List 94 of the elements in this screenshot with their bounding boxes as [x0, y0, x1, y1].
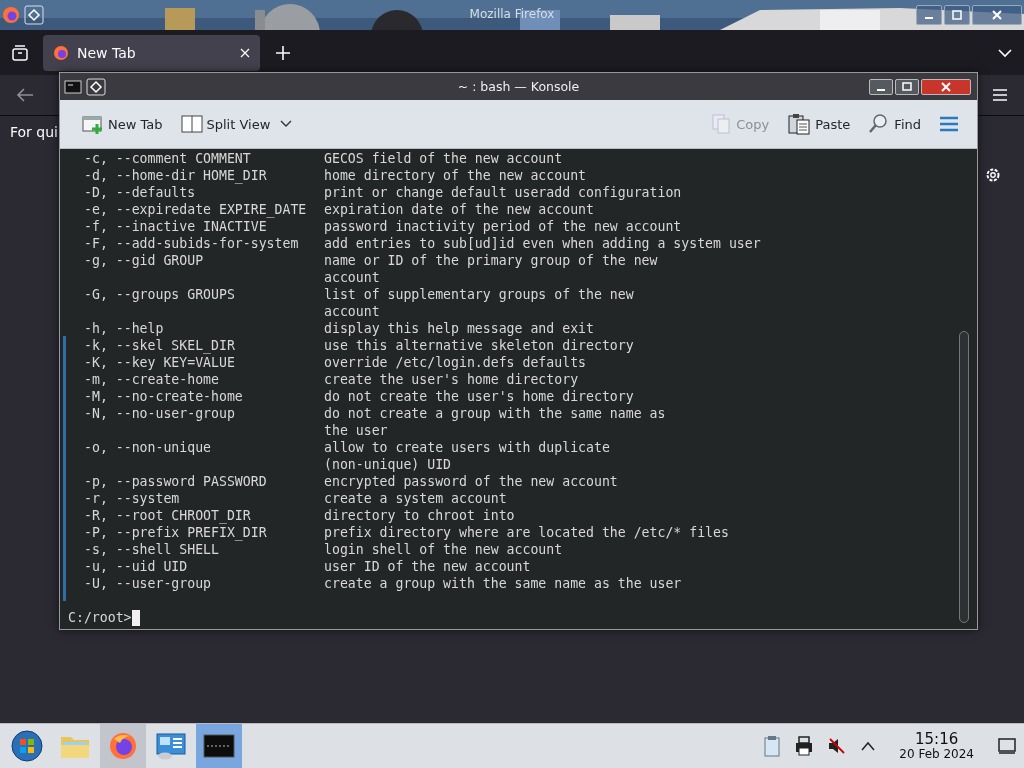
description-text: allow to create users with duplicate [324, 439, 611, 456]
description-text: account [324, 269, 381, 286]
minimize-button[interactable] [869, 78, 893, 95]
description-text: do not create the user's home directory [324, 388, 635, 405]
option-text: -c, --comment COMMENT [84, 151, 251, 166]
shell-prompt: C:/root> [68, 609, 132, 626]
option-text: -D, --defaults [84, 185, 196, 200]
description-text: list of supplementary groups of the new [324, 286, 635, 303]
close-icon[interactable] [240, 47, 250, 58]
option-text: -M, --no-create-home [84, 389, 243, 404]
browser-icon [2, 6, 20, 24]
description-text: expiration date of the new account [324, 201, 595, 218]
close-icon [991, 9, 1003, 21]
description-text: name or ID of the primary group of the new [324, 252, 659, 269]
close-button[interactable] [921, 78, 971, 95]
option-text: -h, --help [84, 321, 164, 336]
scrollbar-thumb[interactable] [959, 331, 969, 623]
terminal-taskbar-icon[interactable] [196, 724, 242, 768]
option-text: -r, --system [84, 491, 180, 506]
description-text: print or change default useradd configuration [324, 184, 683, 201]
clipboard-icon [787, 113, 812, 135]
description-text: create the user's home directory [324, 371, 580, 388]
option-text: -k, --skel SKEL_DIR [84, 338, 235, 353]
description-text: account [324, 303, 381, 320]
option-text: -U, --user-group [84, 576, 212, 591]
maximize-button[interactable] [944, 5, 970, 25]
new-tab-button[interactable]: New Tab [78, 112, 167, 136]
window-title: ~ : bash — Konsole [457, 79, 580, 94]
show-desktop-icon[interactable] [998, 738, 1016, 754]
tab-list-icon[interactable] [11, 43, 29, 62]
option-text: -e, --expiredate EXPIRE_DATE [84, 202, 307, 217]
diamond-icon[interactable] [86, 77, 106, 96]
option-text: -P, --prefix PREFIX_DIR [84, 525, 267, 540]
option-text: -d, --home-dir HOME_DIR [84, 168, 267, 183]
maximize-button[interactable] [895, 78, 919, 95]
description-text: encrypted password of the new account [324, 473, 619, 490]
minimize-icon [877, 88, 885, 91]
description-text: create a system account [324, 490, 508, 507]
option-text: -p, --password PASSWORD [84, 474, 267, 489]
back-icon[interactable] [16, 88, 34, 102]
close-icon [940, 80, 952, 93]
description-text: do not create a group with the same name as [324, 405, 667, 422]
diamond-icon[interactable] [24, 5, 44, 25]
description-text: login shell of the new account [324, 541, 564, 558]
clock-date[interactable]: 20 Feb 2024 [899, 747, 974, 761]
description-text: display this help message and exit [324, 320, 595, 337]
window-title: Mozilla Firefox [469, 7, 555, 21]
cursor [131, 609, 140, 626]
browser-taskbar-icon[interactable] [100, 724, 146, 768]
option-text: -G, --groups GROUPS [84, 287, 235, 302]
option-text: -F, --add-subids-for-system [84, 236, 299, 251]
option-text: -N, --no-user-group [84, 406, 235, 421]
browser-tab[interactable]: New Tab [43, 34, 260, 71]
option-text: -o, --non-unique [84, 440, 212, 455]
description-text: the user [324, 422, 389, 439]
option-text: -R, --root CHROOT_DIR [84, 508, 251, 523]
description-text: GECOS field of the new account [324, 150, 564, 167]
clock-time[interactable]: 15:16 [915, 731, 959, 748]
paste-button[interactable]: Paste [783, 111, 855, 137]
new-tab-icon[interactable] [276, 45, 290, 60]
description-text: directory to chroot into [324, 507, 516, 524]
option-text: -K, --key KEY=VALUE [84, 355, 235, 370]
new-tab-icon [82, 114, 104, 134]
split-view-icon [180, 114, 203, 134]
description-text: override /etc/login.defs defaults [324, 354, 587, 371]
clipboard-icon[interactable] [763, 735, 782, 757]
minimize-button[interactable] [916, 5, 942, 25]
chevron-icon[interactable] [998, 47, 1012, 58]
printer-icon[interactable] [795, 736, 814, 756]
description-text: add entries to sub[ud]id even when adding a system user [324, 235, 761, 252]
maximize-icon [951, 9, 963, 21]
option-text: -g, --gid GROUP [84, 253, 204, 268]
description-text: (non-unique) UID [324, 456, 453, 473]
maximize-icon [901, 80, 913, 93]
close-button[interactable] [972, 5, 1022, 25]
description-text: home directory of the new account [324, 167, 587, 184]
description-text: user ID of the new account [324, 558, 532, 575]
option-text: -m, --create-home [84, 372, 219, 387]
content-text: For qui [10, 124, 58, 140]
split-view-button[interactable]: Split View [176, 112, 297, 136]
chevron-up-icon[interactable] [861, 741, 876, 751]
description-text: password inactivity period of the new account [324, 218, 683, 235]
find-button[interactable]: Find [864, 111, 925, 137]
copy-icon [710, 113, 733, 135]
option-text: -u, --uid UID [84, 559, 188, 574]
description-text: prefix directory where are located the /etc/* files [324, 524, 730, 541]
terminal-icon [64, 79, 82, 94]
option-text: -f, --inactive INACTIVE [84, 219, 267, 234]
settings-icon[interactable] [984, 166, 1002, 184]
description-text: use this alternative skeleton directory [324, 337, 635, 354]
description-text: create a group with the same name as the user [324, 575, 683, 592]
browser-icon [53, 44, 69, 61]
caret-icon [280, 120, 293, 128]
option-text: -s, --shell SHELL [84, 542, 219, 557]
